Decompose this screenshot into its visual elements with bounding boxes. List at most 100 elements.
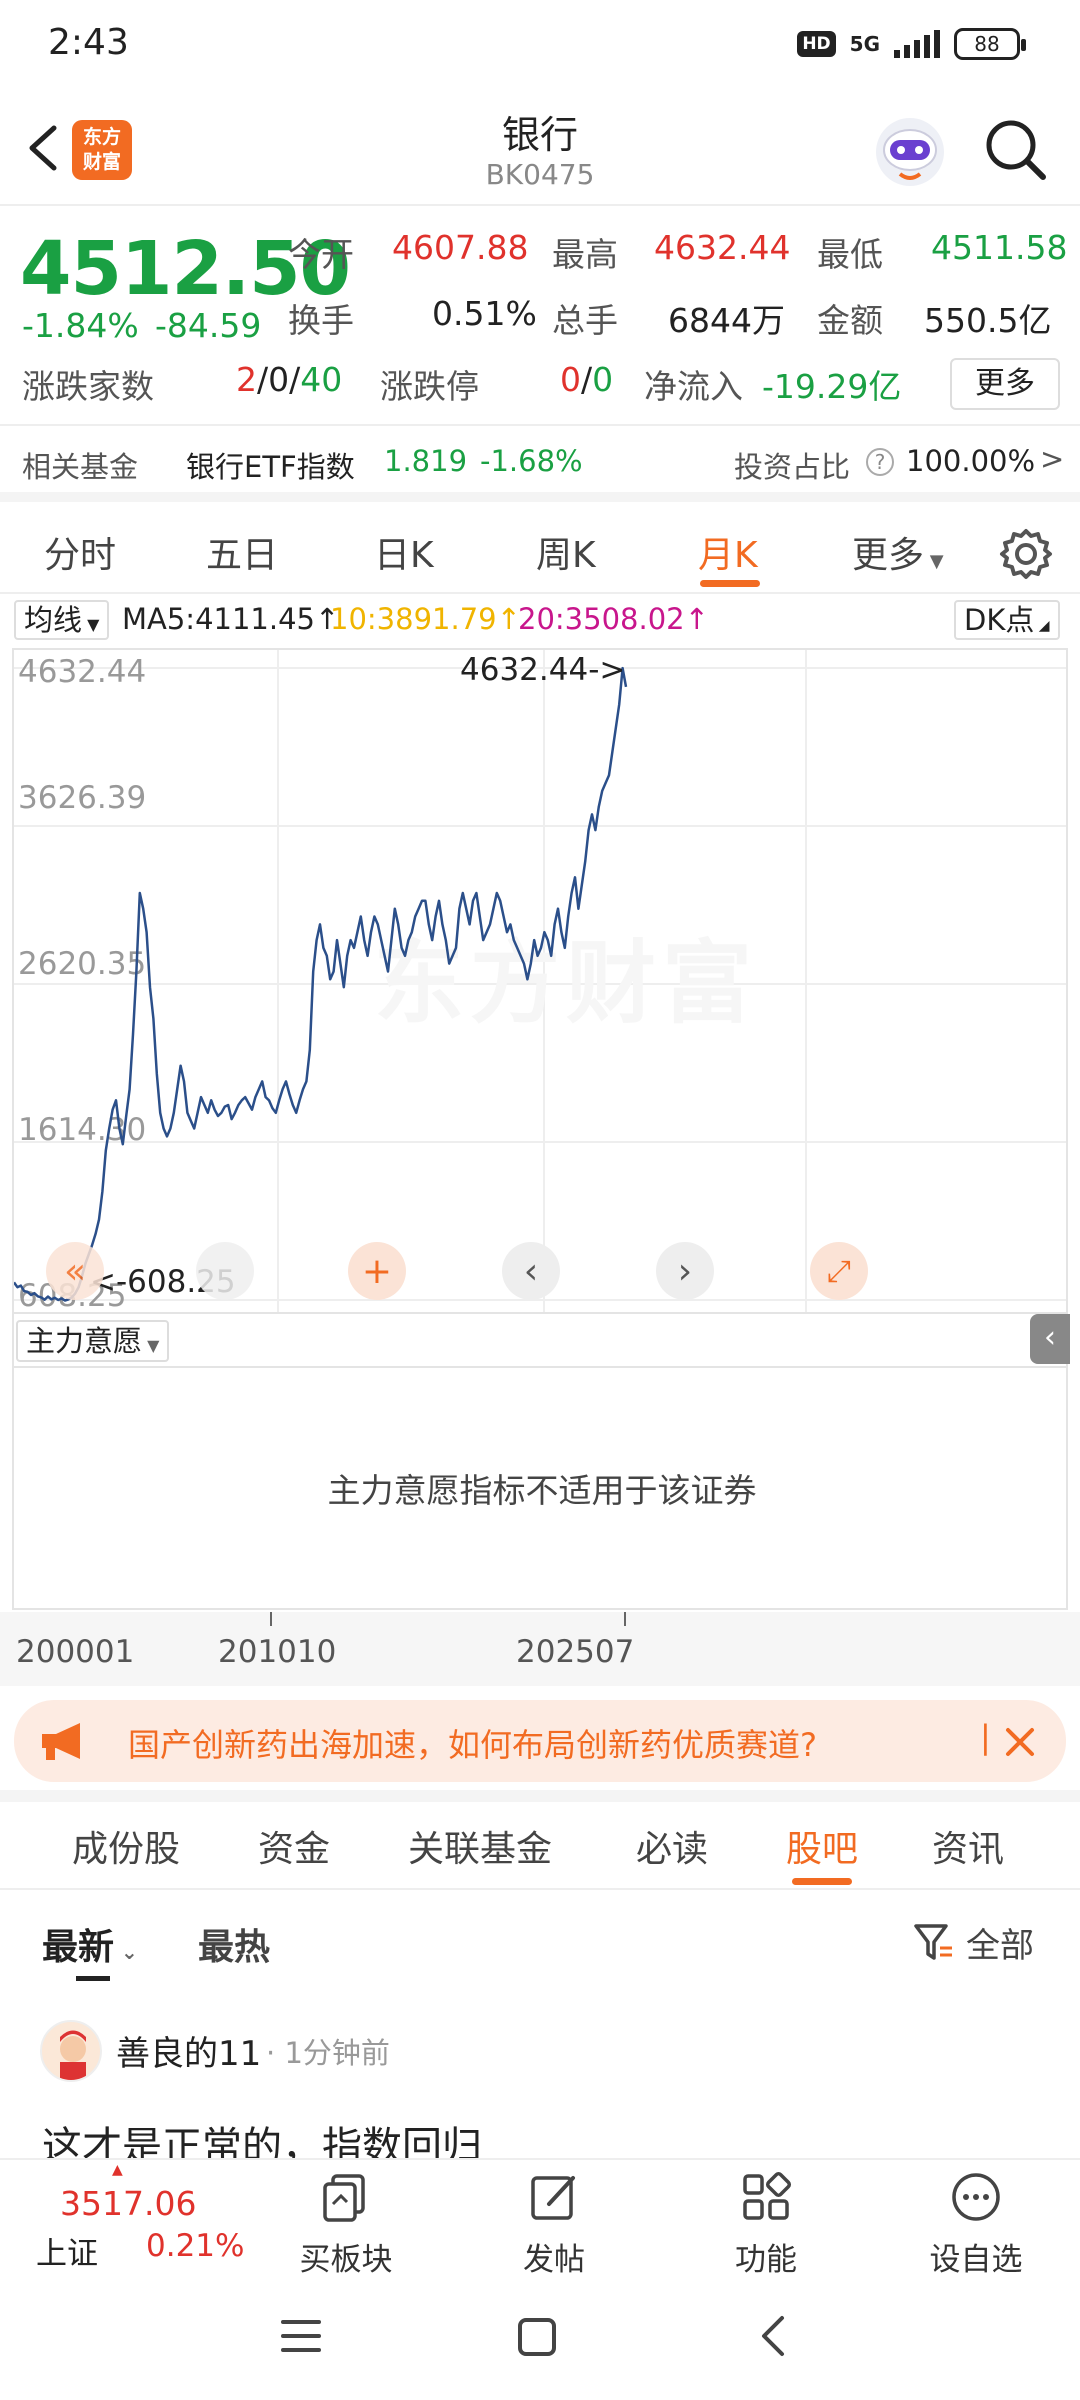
inflow-value: -19.29亿 (762, 367, 902, 406)
grid-icon (743, 2171, 792, 2220)
search-icon[interactable] (980, 114, 1050, 184)
forum-post[interactable]: 善良的11 · 1分钟前 这才是正常的，指数回归 (0, 1990, 1080, 2170)
price-series-line (14, 666, 628, 1302)
filter-icon[interactable] (912, 1920, 956, 1964)
tab-capital[interactable]: 资金 (258, 1820, 330, 1872)
x-tick (270, 1612, 272, 1626)
status-bar: 2:43 HD 5G 88 (0, 0, 1080, 96)
sort-indicator (76, 1976, 110, 1981)
tab-must-read[interactable]: 必读 (636, 1820, 708, 1872)
buy-sector-button[interactable]: 买板块 (286, 2170, 406, 2279)
ratio-value: 100.00% (906, 444, 1036, 478)
limit-label: 涨跌停 (380, 367, 479, 406)
caret-down-icon: ▼ (924, 551, 944, 572)
back-icon[interactable] (756, 2314, 792, 2358)
tab-news[interactable]: 资讯 (932, 1820, 1004, 1872)
scroll-right-button[interactable]: › (656, 1242, 714, 1300)
gear-icon[interactable] (998, 526, 1054, 582)
ma10-value: 10:3891.79↑ (330, 602, 521, 636)
help-icon[interactable]: ? (866, 448, 894, 476)
ma5-value: MA5:4111.45↑ (122, 602, 340, 636)
zoom-out-button[interactable] (196, 1242, 254, 1300)
more-button[interactable]: 更多 (950, 358, 1060, 410)
news-banner[interactable]: 国产创新药出海加速，如何布局创新药优质赛道? | (14, 1700, 1066, 1782)
index-change[interactable]: 0.21% (146, 2228, 244, 2264)
low-label: 最低 (817, 235, 883, 274)
app-header: 东方 财富 银行 BK0475 (0, 96, 1080, 206)
sub-indicator-select[interactable]: 主力意愿 ▼ (16, 1320, 170, 1362)
x-tick (624, 1612, 626, 1626)
fund-label: 相关基金 (22, 450, 139, 484)
avatar[interactable] (40, 2020, 102, 2082)
divider (14, 1366, 1066, 1368)
home-icon[interactable] (516, 2314, 558, 2358)
high-value: 4632.44 (654, 228, 791, 267)
close-icon[interactable] (1000, 1722, 1040, 1762)
signal-icon (894, 30, 940, 58)
sort-hot[interactable]: 最热 (198, 1918, 270, 1970)
edit-icon (531, 2176, 575, 2220)
post-button[interactable]: 发帖 (494, 2170, 614, 2279)
turnover-label: 换手 (288, 301, 354, 340)
x-tick-label: 201010 (218, 1634, 337, 1670)
volume-label: 总手 (552, 301, 618, 340)
avatar-image (60, 2030, 86, 2080)
amount-label: 金额 (817, 301, 883, 340)
scroll-start-button[interactable]: « (46, 1242, 104, 1300)
ratio-label: 投资占比 (734, 450, 851, 484)
index-name[interactable]: 上证 (36, 2228, 98, 2273)
ma20-value: 20:3508.02↑ (518, 602, 709, 636)
low-value: 4511.58 (931, 228, 1068, 267)
more-dots-icon (952, 2173, 1000, 2221)
fullscreen-icon[interactable]: ⤢ (810, 1242, 868, 1300)
banner-divider: | (980, 1718, 991, 1756)
chevron-down-icon: ⌄ (114, 1940, 138, 1964)
add-watchlist-button[interactable]: 设自选 (916, 2170, 1036, 2279)
tab-intraday[interactable]: 分时 (44, 526, 116, 578)
updown-label: 涨跌家数 (22, 367, 154, 406)
filter-label[interactable]: 全部 (966, 1918, 1034, 1967)
tab-constituents[interactable]: 成份股 (72, 1820, 180, 1872)
functions-button[interactable]: 功能 (706, 2170, 826, 2279)
network-label: 5G (849, 32, 880, 56)
tab-five-day[interactable]: 五日 (206, 526, 278, 578)
x-tick-label: 200001 (16, 1634, 135, 1670)
caret-down-icon: ▼ (142, 1336, 160, 1355)
zoom-in-button[interactable]: + (348, 1242, 406, 1300)
menu-icon[interactable] (280, 2316, 322, 2356)
collapse-panel-button[interactable]: ‹ (1030, 1314, 1070, 1364)
updown-counts: 2/0/40 (236, 360, 343, 399)
sort-latest[interactable]: 最新 ⌄ (42, 1918, 138, 1970)
tab-weekly-k[interactable]: 周K (536, 526, 596, 578)
megaphone-icon (42, 1723, 80, 1760)
caret-down-icon: ▼ (82, 615, 100, 634)
bottom-toolbar: ▲ 3517.06 上证 0.21% 买板块 发帖 功能 设自选 (0, 2158, 1080, 2279)
price-chart[interactable]: 东方财富 4632.44 3626.39 2620.35 1614.30 608… (12, 648, 1068, 1314)
indicator-select[interactable]: 均线 ▼ (14, 600, 110, 640)
chevron-right-icon: > (1040, 442, 1065, 476)
status-icons: HD 5G 88 (797, 28, 1026, 60)
change-value: -84.59 (155, 306, 262, 345)
active-tab-indicator (700, 580, 760, 587)
robot-assistant-icon[interactable] (870, 112, 950, 192)
system-navigation-bar (0, 2276, 1080, 2400)
tab-forum[interactable]: 股吧 (786, 1820, 858, 1872)
change-percent: -1.84% (22, 306, 139, 345)
limit-counts: 0/0 (560, 360, 614, 399)
tab-monthly-k[interactable]: 月K (698, 526, 758, 578)
dk-point-button[interactable]: DK点 ◢ (954, 600, 1060, 640)
related-fund-row[interactable]: 相关基金 银行ETF指数 1.819 -1.68% 投资占比 ? 100.00%… (0, 424, 1080, 502)
high-label: 最高 (552, 235, 618, 274)
post-username[interactable]: 善良的11 (116, 2026, 261, 2075)
hd-icon: HD (797, 31, 836, 57)
moving-average-bar: 均线 ▼ MA5:4111.45↑ 10:3891.79↑ 20:3508.02… (0, 596, 1080, 642)
tab-more[interactable]: 更多 ▼ (852, 526, 944, 578)
x-axis: 200001 201010 202507 (0, 1612, 1080, 1686)
volume-value: 6844万 (668, 301, 785, 340)
scroll-left-button[interactable]: ‹ (502, 1242, 560, 1300)
index-value[interactable]: 3517.06 (60, 2184, 196, 2223)
tab-daily-k[interactable]: 日K (374, 526, 434, 578)
turnover-value: 0.51% (432, 294, 537, 333)
tab-related-funds[interactable]: 关联基金 (408, 1820, 552, 1872)
indicator-subpanel: 主力意愿 ▼ 主力意愿指标不适用于该证券 (12, 1314, 1068, 1610)
